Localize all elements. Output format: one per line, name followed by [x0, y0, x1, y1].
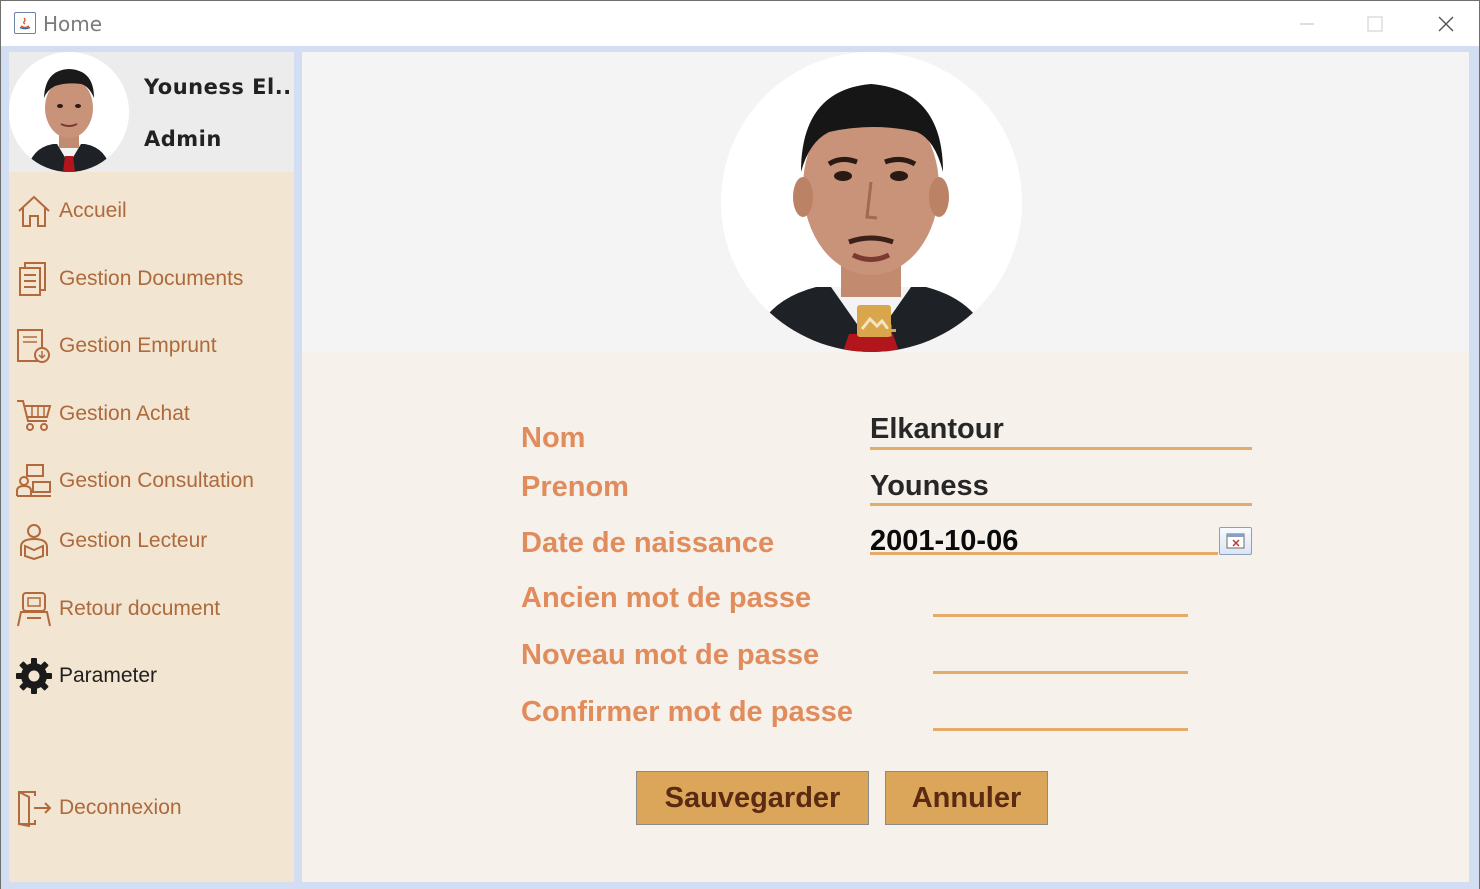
user-card: Youness El.. Admin — [9, 52, 294, 172]
user-name: Youness El.. — [144, 75, 292, 99]
reader-icon — [15, 522, 53, 561]
nom-label: Nom — [521, 422, 586, 454]
date-underline — [870, 552, 1218, 555]
sidebar-item-documents[interactable]: Gestion Documents — [15, 258, 285, 302]
sidebar-item-label: Gestion Achat — [59, 402, 190, 425]
calendar-icon — [1226, 533, 1245, 549]
sidebar-item-label: Parameter — [59, 664, 158, 687]
ancien-mdp-field[interactable] — [933, 584, 1188, 614]
maximize-button[interactable] — [1355, 9, 1395, 39]
window-titlebar: Home — [0, 0, 1480, 46]
cart-icon — [15, 395, 53, 433]
sidebar-item-label: Gestion Emprunt — [59, 334, 217, 357]
ancien-mdp-underline — [933, 614, 1188, 617]
profile-header — [302, 52, 1469, 352]
logout-button[interactable]: Deconnexion — [15, 787, 285, 831]
sidebar-item-label: Gestion Consultation — [59, 469, 254, 492]
calendar-button[interactable] — [1219, 527, 1252, 555]
borrow-icon — [15, 327, 53, 365]
sidebar-item-label: Gestion Lecteur — [59, 529, 208, 552]
logout-label: Deconnexion — [59, 796, 182, 819]
main-panel: Nom Elkantour Prenom Youness Date de nai… — [302, 52, 1469, 882]
nouveau-mdp-underline — [933, 671, 1188, 674]
confirmer-mdp-underline — [933, 728, 1188, 731]
logout-icon — [15, 789, 53, 828]
nom-underline — [870, 447, 1252, 450]
minimize-button[interactable] — [1287, 9, 1327, 39]
avatar[interactable] — [9, 52, 129, 172]
sidebar-item-label: Accueil — [59, 199, 127, 222]
home-icon — [15, 192, 53, 230]
sidebar: Youness El.. Admin Accueil Gestion Docum… — [9, 52, 294, 882]
nom-field[interactable]: Elkantour — [870, 413, 1004, 446]
sidebar-item-consultation[interactable]: Gestion Consultation — [15, 460, 285, 504]
sidebar-item-emprunt[interactable]: Gestion Emprunt — [15, 325, 285, 369]
documents-icon — [15, 260, 53, 298]
sidebar-item-achat[interactable]: Gestion Achat — [15, 393, 285, 437]
date-naissance-label: Date de naissance — [521, 527, 775, 559]
cancel-button[interactable]: Annuler — [885, 771, 1048, 825]
window-title: Home — [43, 12, 103, 36]
change-photo-icon[interactable] — [857, 305, 897, 343]
gear-icon — [15, 657, 53, 695]
confirmer-mdp-field[interactable] — [933, 698, 1188, 728]
sidebar-item-label: Gestion Documents — [59, 267, 244, 290]
nouveau-mdp-label: Noveau mot de passe — [521, 639, 820, 671]
nouveau-mdp-field[interactable] — [933, 641, 1188, 671]
prenom-underline — [870, 503, 1252, 506]
ancien-mdp-label: Ancien mot de passe — [521, 582, 812, 614]
sidebar-item-lecteur[interactable]: Gestion Lecteur — [15, 520, 285, 564]
sidebar-item-parameter[interactable]: Parameter — [15, 655, 285, 699]
java-app-icon — [14, 12, 36, 34]
save-button[interactable]: Sauvegarder — [636, 771, 869, 825]
consultation-icon — [15, 462, 53, 500]
sidebar-item-label: Retour document — [59, 597, 221, 620]
sidebar-item-retour[interactable]: Retour document — [15, 588, 285, 632]
confirmer-mdp-label: Confirmer mot de passe — [521, 696, 853, 728]
sidebar-item-accueil[interactable]: Accueil — [15, 190, 285, 234]
return-icon — [15, 590, 53, 628]
close-button[interactable] — [1426, 9, 1466, 39]
user-role: Admin — [144, 127, 222, 151]
prenom-field[interactable]: Youness — [870, 470, 989, 503]
prenom-label: Prenom — [521, 471, 629, 503]
